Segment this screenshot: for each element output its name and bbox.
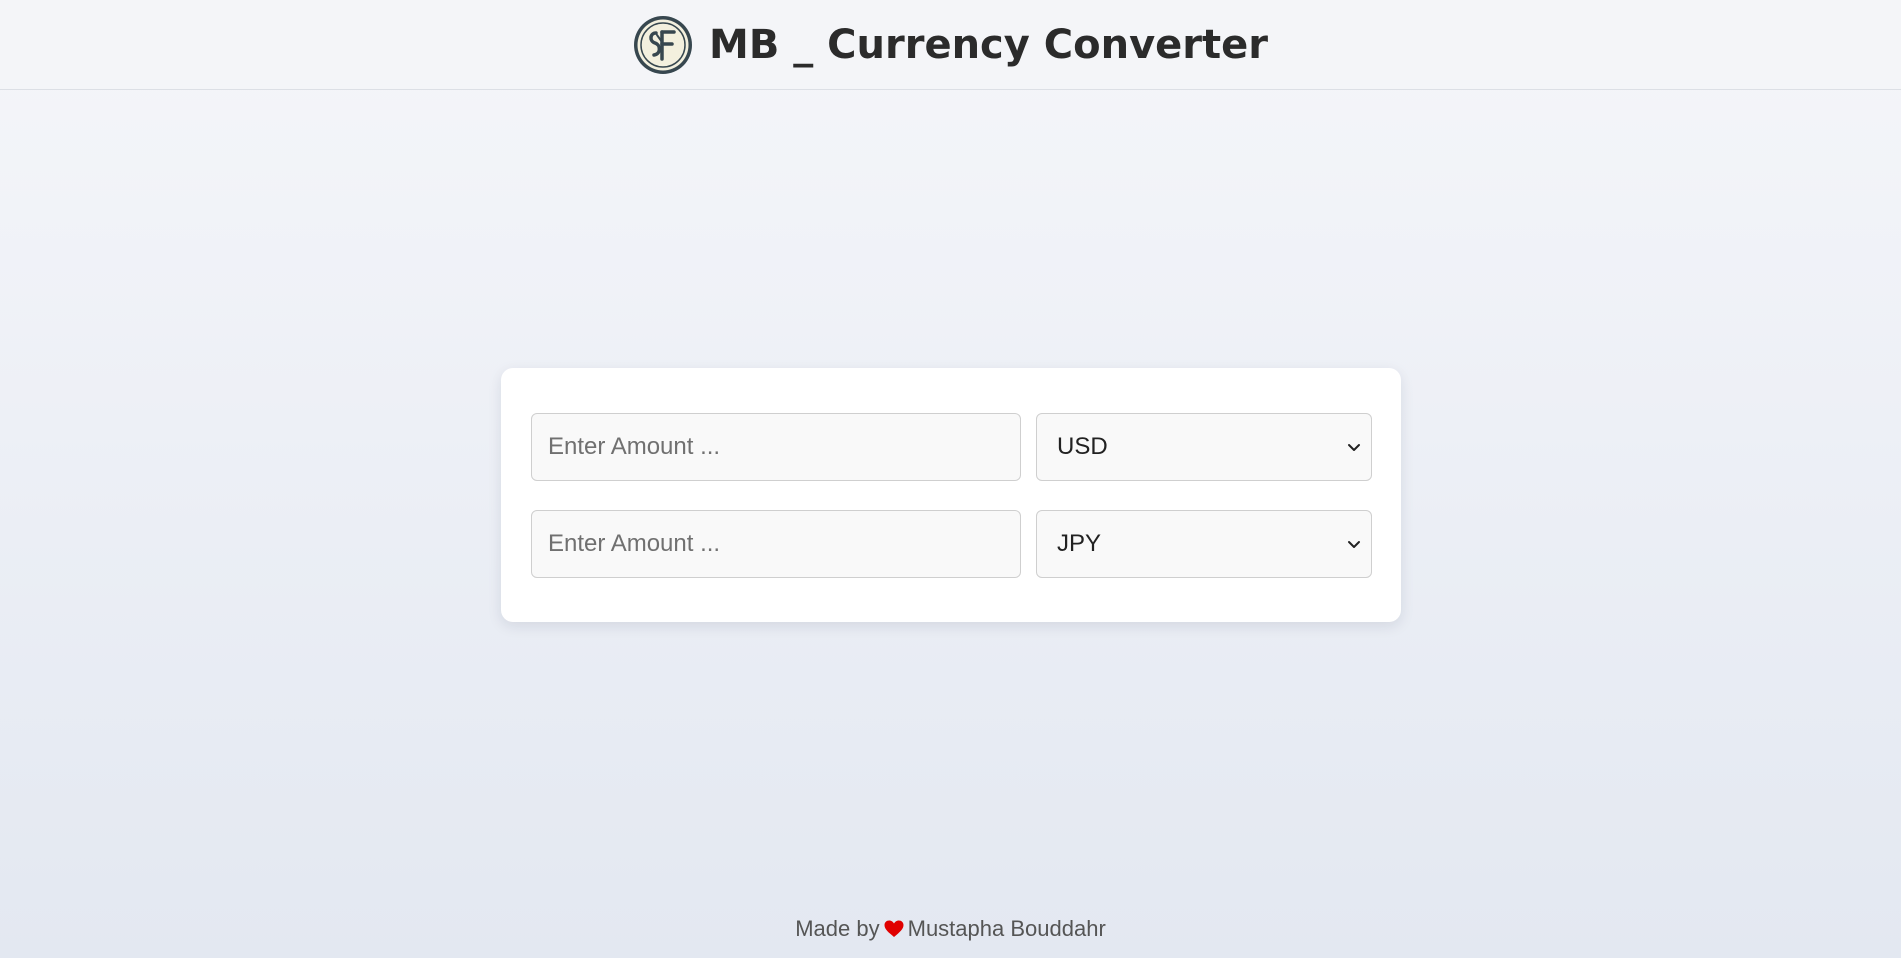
from-row: USD: [531, 413, 1372, 481]
chevron-down-icon: [1348, 444, 1360, 451]
footer-prefix: Made by: [795, 916, 880, 941]
heart-icon: [884, 920, 904, 937]
to-currency-value: JPY: [1057, 530, 1102, 557]
from-amount-input[interactable]: [531, 413, 1021, 481]
chevron-down-icon: [1348, 541, 1360, 548]
to-currency-select[interactable]: JPY: [1036, 510, 1372, 578]
footer-author: Mustapha Bouddahr: [907, 916, 1106, 941]
logo-icon: [634, 15, 693, 74]
app-header: MB _ Currency Converter: [0, 0, 1901, 90]
from-currency-value: USD: [1057, 433, 1108, 460]
page-title: MB _ Currency Converter: [709, 21, 1268, 68]
footer: Made by Mustapha Bouddahr: [0, 916, 1901, 942]
from-currency-select[interactable]: USD: [1036, 413, 1372, 481]
converter-card: USD JPY: [501, 368, 1401, 622]
to-row: JPY: [531, 510, 1372, 578]
to-amount-input[interactable]: [531, 510, 1021, 578]
